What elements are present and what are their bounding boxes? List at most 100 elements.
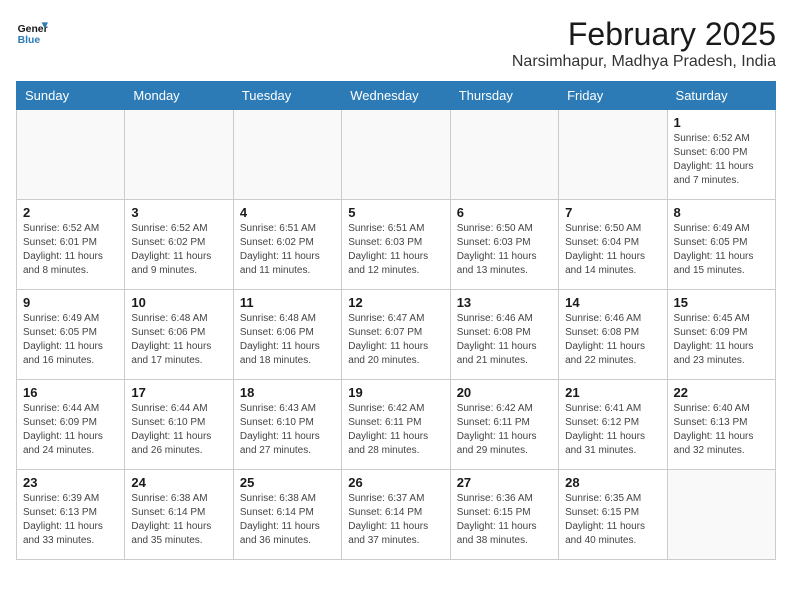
location-subtitle: Narsimhapur, Madhya Pradesh, India — [512, 53, 776, 71]
calendar-cell: 13 Sunrise: 6:46 AM Sunset: 6:08 PM Dayli… — [450, 290, 558, 380]
calendar-week-row: 16Sunrise: 6:44 AM Sunset: 6:09 PM Dayli… — [17, 380, 776, 470]
day-info: Sunrise: 6:42 AM Sunset: 6:11 PM Dayligh… — [348, 402, 443, 458]
calendar-cell: 5 Sunrise: 6:51 AM Sunset: 6:03 PM Daylig… — [342, 200, 450, 290]
day-info: Sunrise: 6:46 AM Sunset: 6:08 PM Dayligh… — [565, 312, 660, 368]
calendar-cell: 15 Sunrise: 6:45 AM Sunset: 6:09 PM Dayli… — [667, 290, 775, 380]
calendar-cell: 27 Sunrise: 6:36 AM Sunset: 6:15 PM Dayli… — [450, 470, 558, 560]
day-info: Sunrise: 6:36 AM Sunset: 6:15 PM Dayligh… — [457, 492, 552, 548]
day-number: 22 — [674, 385, 769, 400]
day-number: 13 — [457, 295, 552, 310]
day-info: Sunrise: 6:50 AM Sunset: 6:03 PM Dayligh… — [457, 222, 552, 278]
day-info: Sunrise: 6:42 AM Sunset: 6:11 PM Dayligh… — [457, 402, 552, 458]
calendar-cell: 16Sunrise: 6:44 AM Sunset: 6:09 PM Dayli… — [17, 380, 125, 470]
day-number: 6 — [457, 205, 552, 220]
day-number: 7 — [565, 205, 660, 220]
day-info: Sunrise: 6:49 AM Sunset: 6:05 PM Dayligh… — [23, 312, 118, 368]
day-number: 3 — [131, 205, 226, 220]
day-info: Sunrise: 6:52 AM Sunset: 6:02 PM Dayligh… — [131, 222, 226, 278]
day-number: 23 — [23, 475, 118, 490]
calendar-cell: 14 Sunrise: 6:46 AM Sunset: 6:08 PM Dayli… — [559, 290, 667, 380]
calendar-week-row: 2Sunrise: 6:52 AM Sunset: 6:01 PM Daylig… — [17, 200, 776, 290]
day-number: 21 — [565, 385, 660, 400]
weekday-header: Friday — [559, 82, 667, 110]
calendar-cell: 18 Sunrise: 6:43 AM Sunset: 6:10 PM Dayli… — [233, 380, 341, 470]
day-info: Sunrise: 6:49 AM Sunset: 6:05 PM Dayligh… — [674, 222, 769, 278]
day-info: Sunrise: 6:39 AM Sunset: 6:13 PM Dayligh… — [23, 492, 118, 548]
day-info: Sunrise: 6:35 AM Sunset: 6:15 PM Dayligh… — [565, 492, 660, 548]
calendar-week-row: 23 Sunrise: 6:39 AM Sunset: 6:13 PM Dayli… — [17, 470, 776, 560]
weekday-header-row: SundayMondayTuesdayWednesdayThursdayFrid… — [17, 82, 776, 110]
day-info: Sunrise: 6:48 AM Sunset: 6:06 PM Dayligh… — [131, 312, 226, 368]
calendar-cell: 26 Sunrise: 6:37 AM Sunset: 6:14 PM Dayli… — [342, 470, 450, 560]
calendar-cell: 20 Sunrise: 6:42 AM Sunset: 6:11 PM Dayli… — [450, 380, 558, 470]
day-number: 5 — [348, 205, 443, 220]
calendar-cell — [125, 110, 233, 200]
weekday-header: Tuesday — [233, 82, 341, 110]
day-number: 19 — [348, 385, 443, 400]
calendar-cell: 2Sunrise: 6:52 AM Sunset: 6:01 PM Daylig… — [17, 200, 125, 290]
month-year-title: February 2025 — [512, 16, 776, 53]
svg-text:Blue: Blue — [18, 35, 41, 46]
day-info: Sunrise: 6:48 AM Sunset: 6:06 PM Dayligh… — [240, 312, 335, 368]
calendar-cell: 9 Sunrise: 6:49 AM Sunset: 6:05 PM Daylig… — [17, 290, 125, 380]
day-number: 10 — [131, 295, 226, 310]
calendar-cell: 11 Sunrise: 6:48 AM Sunset: 6:06 PM Dayli… — [233, 290, 341, 380]
weekday-header: Sunday — [17, 82, 125, 110]
weekday-header: Monday — [125, 82, 233, 110]
calendar-cell: 12 Sunrise: 6:47 AM Sunset: 6:07 PM Dayli… — [342, 290, 450, 380]
day-info: Sunrise: 6:46 AM Sunset: 6:08 PM Dayligh… — [457, 312, 552, 368]
calendar-cell: 10 Sunrise: 6:48 AM Sunset: 6:06 PM Dayli… — [125, 290, 233, 380]
calendar-week-row: 9 Sunrise: 6:49 AM Sunset: 6:05 PM Daylig… — [17, 290, 776, 380]
day-info: Sunrise: 6:51 AM Sunset: 6:02 PM Dayligh… — [240, 222, 335, 278]
calendar-cell: 24 Sunrise: 6:38 AM Sunset: 6:14 PM Dayli… — [125, 470, 233, 560]
calendar-cell — [17, 110, 125, 200]
day-number: 15 — [674, 295, 769, 310]
calendar-cell: 22 Sunrise: 6:40 AM Sunset: 6:13 PM Dayli… — [667, 380, 775, 470]
calendar-cell: 17 Sunrise: 6:44 AM Sunset: 6:10 PM Dayli… — [125, 380, 233, 470]
day-info: Sunrise: 6:52 AM Sunset: 6:01 PM Dayligh… — [23, 222, 118, 278]
day-number: 27 — [457, 475, 552, 490]
calendar-cell — [342, 110, 450, 200]
calendar-cell: 8 Sunrise: 6:49 AM Sunset: 6:05 PM Daylig… — [667, 200, 775, 290]
day-number: 17 — [131, 385, 226, 400]
day-number: 24 — [131, 475, 226, 490]
day-number: 12 — [348, 295, 443, 310]
calendar-cell: 1 Sunrise: 6:52 AM Sunset: 6:00 PM Daylig… — [667, 110, 775, 200]
day-info: Sunrise: 6:44 AM Sunset: 6:10 PM Dayligh… — [131, 402, 226, 458]
calendar-cell: 21Sunrise: 6:41 AM Sunset: 6:12 PM Dayli… — [559, 380, 667, 470]
day-info: Sunrise: 6:52 AM Sunset: 6:00 PM Dayligh… — [674, 132, 769, 188]
calendar-cell — [559, 110, 667, 200]
weekday-header: Wednesday — [342, 82, 450, 110]
calendar-cell: 25Sunrise: 6:38 AM Sunset: 6:14 PM Dayli… — [233, 470, 341, 560]
day-info: Sunrise: 6:47 AM Sunset: 6:07 PM Dayligh… — [348, 312, 443, 368]
day-number: 1 — [674, 115, 769, 130]
calendar-table: SundayMondayTuesdayWednesdayThursdayFrid… — [16, 81, 776, 560]
day-number: 8 — [674, 205, 769, 220]
weekday-header: Saturday — [667, 82, 775, 110]
day-number: 18 — [240, 385, 335, 400]
calendar-cell — [450, 110, 558, 200]
day-number: 11 — [240, 295, 335, 310]
calendar-cell — [667, 470, 775, 560]
calendar-cell: 6 Sunrise: 6:50 AM Sunset: 6:03 PM Daylig… — [450, 200, 558, 290]
calendar-cell: 23 Sunrise: 6:39 AM Sunset: 6:13 PM Dayli… — [17, 470, 125, 560]
day-number: 9 — [23, 295, 118, 310]
day-number: 20 — [457, 385, 552, 400]
calendar-cell — [233, 110, 341, 200]
day-info: Sunrise: 6:37 AM Sunset: 6:14 PM Dayligh… — [348, 492, 443, 548]
calendar-cell: 19 Sunrise: 6:42 AM Sunset: 6:11 PM Dayli… — [342, 380, 450, 470]
calendar-cell: 3 Sunrise: 6:52 AM Sunset: 6:02 PM Daylig… — [125, 200, 233, 290]
day-info: Sunrise: 6:44 AM Sunset: 6:09 PM Dayligh… — [23, 402, 118, 458]
day-info: Sunrise: 6:50 AM Sunset: 6:04 PM Dayligh… — [565, 222, 660, 278]
title-section: February 2025 Narsimhapur, Madhya Prades… — [512, 16, 776, 71]
weekday-header: Thursday — [450, 82, 558, 110]
day-info: Sunrise: 6:40 AM Sunset: 6:13 PM Dayligh… — [674, 402, 769, 458]
day-info: Sunrise: 6:45 AM Sunset: 6:09 PM Dayligh… — [674, 312, 769, 368]
logo-icon: General Blue — [16, 16, 48, 48]
day-number: 26 — [348, 475, 443, 490]
day-info: Sunrise: 6:38 AM Sunset: 6:14 PM Dayligh… — [240, 492, 335, 548]
day-number: 14 — [565, 295, 660, 310]
day-info: Sunrise: 6:51 AM Sunset: 6:03 PM Dayligh… — [348, 222, 443, 278]
day-info: Sunrise: 6:38 AM Sunset: 6:14 PM Dayligh… — [131, 492, 226, 548]
day-info: Sunrise: 6:43 AM Sunset: 6:10 PM Dayligh… — [240, 402, 335, 458]
